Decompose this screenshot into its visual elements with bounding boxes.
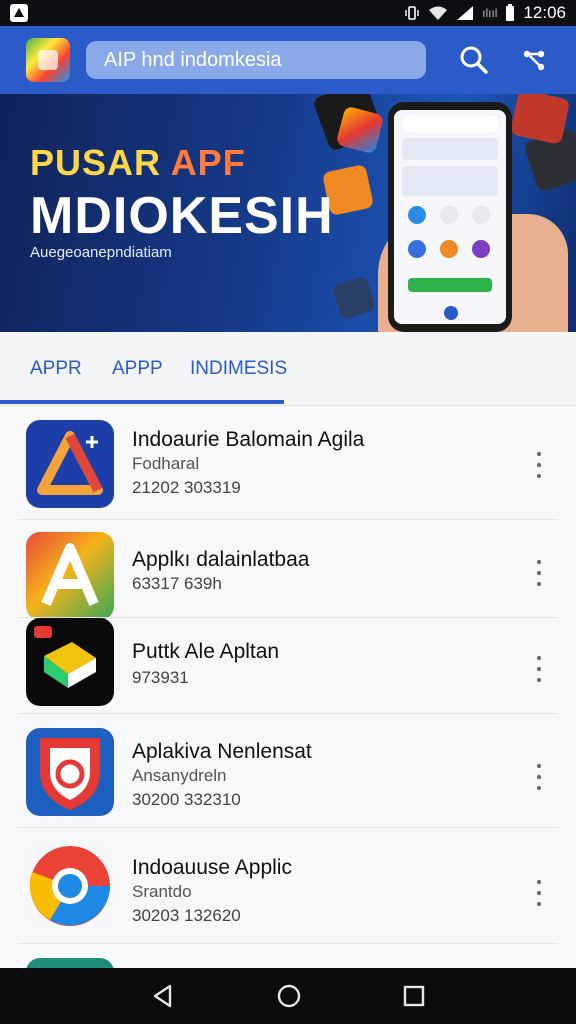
letter-a-icon [26, 532, 114, 620]
app-name: Applkı dalainlatbaa [132, 548, 310, 571]
app-developer: Srantdo [132, 882, 192, 901]
tab-indicator [0, 400, 284, 404]
wifi-icon [429, 6, 448, 20]
carrier-label: ılııl [482, 6, 498, 20]
app-developer: Ansanydreln [132, 766, 227, 785]
share-icon [523, 50, 545, 71]
more-options-button[interactable] [528, 760, 550, 794]
banner-subtitle: Auegeoanepndiatiam [30, 244, 172, 261]
top-app-bar: AIP hnd indomkesia [0, 26, 576, 94]
system-nav-bar [0, 968, 576, 1024]
app-list: Indoaurie Balomain Agila Fodharal 21202 … [0, 406, 576, 968]
search-icon [460, 46, 488, 74]
banner-title: PUSAR APF [30, 142, 246, 183]
app-meta: 973931 [132, 668, 189, 687]
list-item[interactable]: Indoaurie Balomain Agila Fodharal 21202 … [0, 406, 576, 520]
app-name: Indoauuse Applic [132, 856, 292, 879]
floating-app-tile [331, 275, 377, 321]
more-options-button[interactable] [528, 556, 550, 590]
delta-icon [26, 420, 114, 508]
list-item[interactable]: Puttk Ale Apltan 973931 [0, 618, 576, 714]
more-options-button[interactable] [528, 448, 550, 482]
app-developer: Fodharal [132, 454, 200, 473]
phone-illustration [388, 102, 512, 332]
search-button[interactable] [454, 40, 494, 80]
list-item[interactable] [0, 944, 576, 968]
app-icon-partial [26, 958, 114, 968]
category-tabs: APPR APPP INDIMESIS [0, 332, 576, 406]
app-name: Indoaurie Balomain Agila [132, 428, 365, 451]
list-item[interactable]: Aplakiva Nenlensat Ansanydreln 30200 332… [0, 714, 576, 828]
share-button[interactable] [514, 40, 554, 80]
battery-icon [506, 4, 515, 21]
vibrate-icon [405, 6, 419, 20]
back-icon[interactable] [150, 983, 176, 1009]
search-placeholder: AIP hnd indomkesia [104, 48, 282, 71]
clock: 12:06 [523, 3, 566, 22]
search-input[interactable]: AIP hnd indomkesia [86, 41, 426, 79]
tab-appp[interactable]: APPP [112, 358, 163, 380]
banner-headline: MDIOKESIH [30, 187, 334, 245]
tab-appr[interactable]: APPR [30, 358, 82, 380]
shield-icon [26, 728, 114, 816]
app-notification-icon [10, 4, 28, 22]
app-name: Puttk Ale Apltan [132, 640, 280, 663]
app-name: Aplakiva Nenlensat [132, 740, 312, 763]
chrome-like-icon [26, 842, 114, 930]
app-meta: 30200 332310 [132, 790, 241, 809]
app-meta: 21202 303319 [132, 478, 241, 497]
app-meta: 30203 132620 [132, 906, 241, 925]
recents-icon[interactable] [402, 984, 426, 1008]
list-item[interactable]: Indoauuse Applic Srantdo 30203 132620 [0, 828, 576, 944]
list-item[interactable]: Applkı dalainlatbaa 63317 639h [0, 520, 576, 620]
status-bar: ılııl 12:06 [0, 0, 576, 26]
app-logo[interactable] [26, 38, 70, 82]
tab-indimesis[interactable]: INDIMESIS [190, 358, 287, 380]
home-icon[interactable] [276, 983, 302, 1009]
more-options-button[interactable] [528, 652, 550, 686]
more-options-button[interactable] [528, 876, 550, 910]
signal-icon [457, 6, 474, 20]
cube-icon [26, 618, 114, 706]
app-meta: 63317 639h [132, 574, 222, 593]
promo-banner[interactable]: PUSAR APF MDIOKESIH Auegeoanepndiatiam [0, 94, 576, 332]
floating-app-tile [509, 94, 571, 145]
